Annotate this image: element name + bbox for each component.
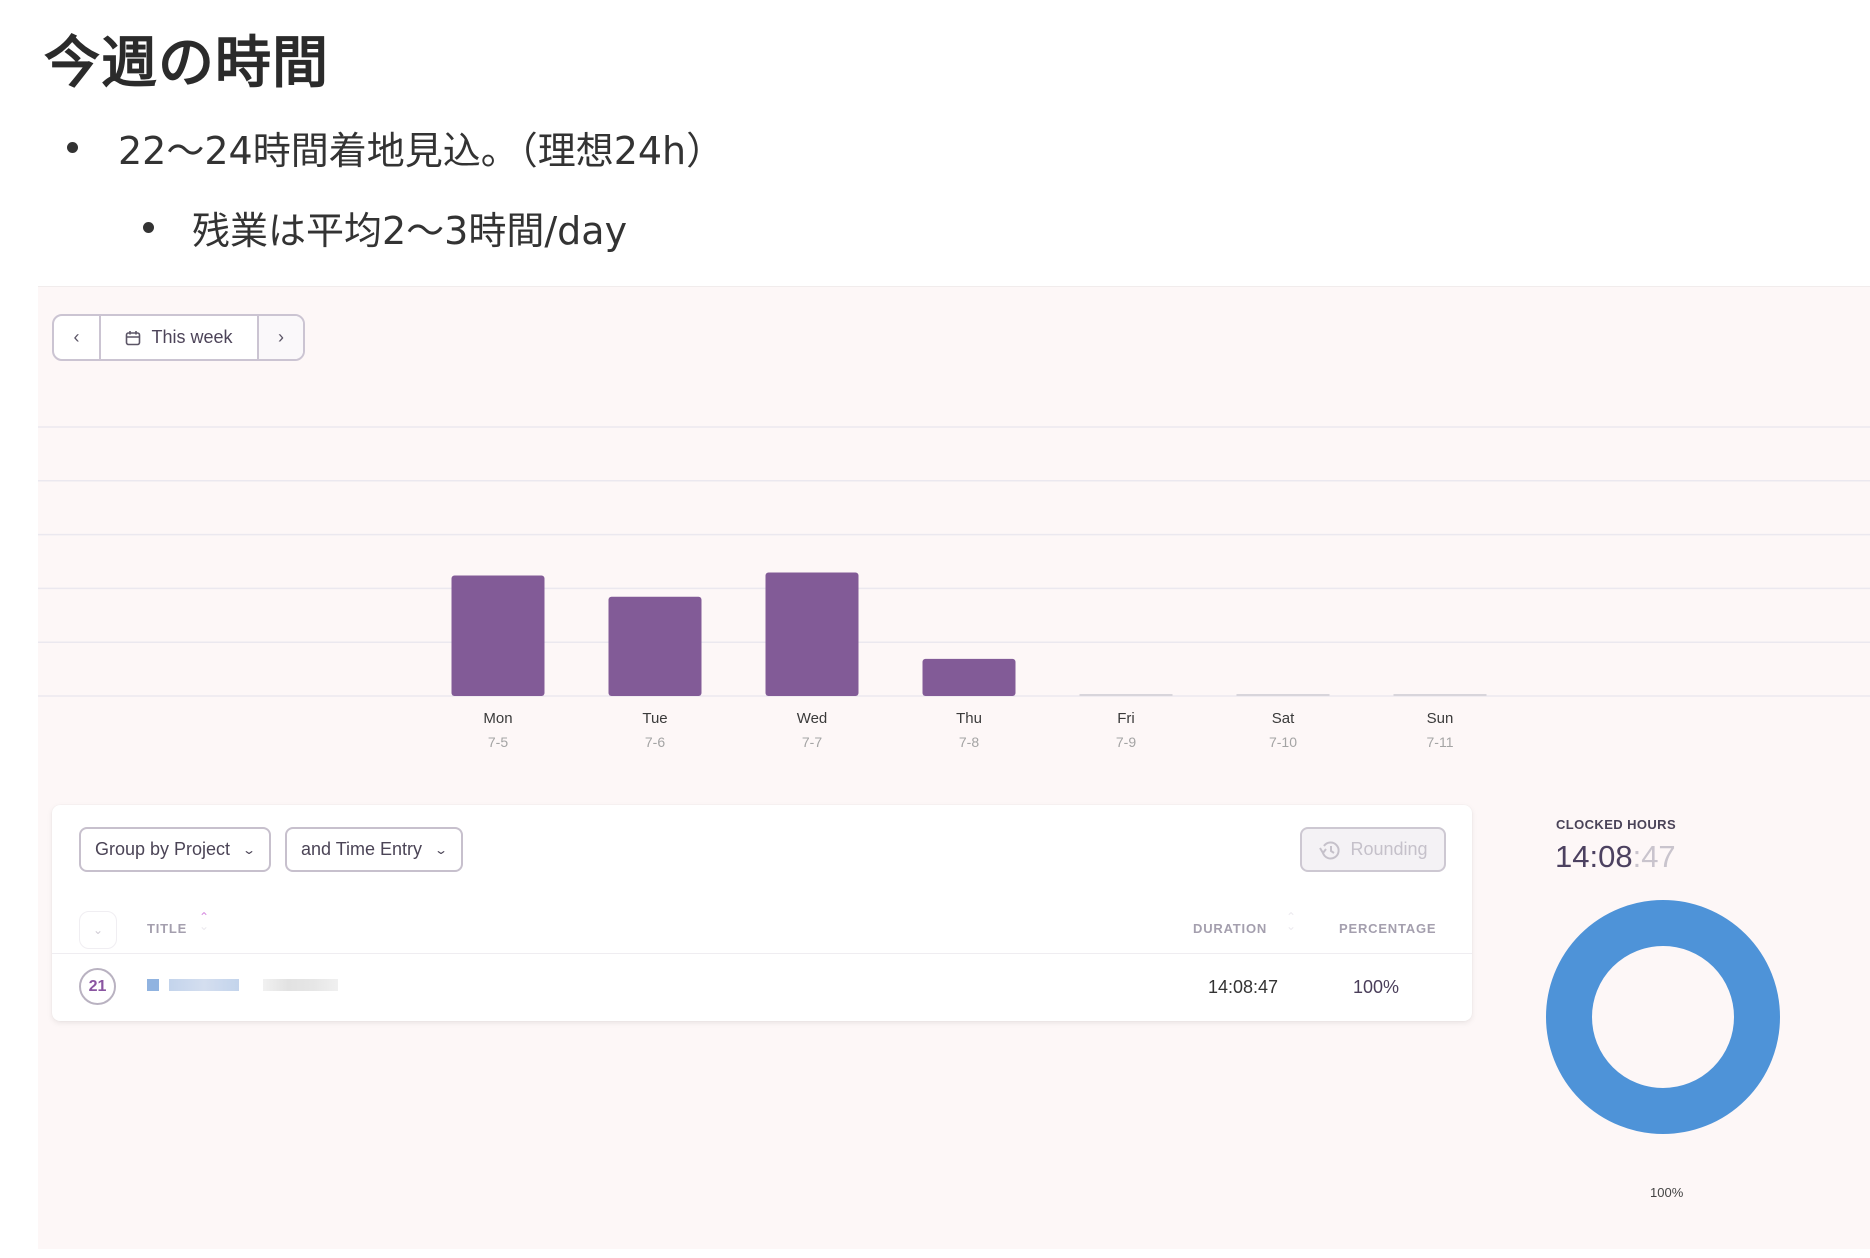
x-tick-day: Thu: [956, 710, 982, 727]
row-percentage: 100%: [1353, 977, 1400, 997]
column-header-title[interactable]: TITLE: [147, 921, 187, 936]
group-by-dropdown[interactable]: Group by Project ⌄: [79, 827, 271, 872]
x-tick-date: 7-10: [1269, 734, 1297, 750]
chevron-down-icon: ⌄: [242, 842, 257, 857]
bar-wed[interactable]: [765, 572, 859, 696]
bullet-text: 22〜24時間着地見込。（理想24h）: [118, 129, 725, 173]
rounding-icon: [1319, 841, 1341, 859]
bullet-dot: [67, 142, 78, 153]
x-tick-date: 7-8: [959, 734, 979, 750]
bar-thu[interactable]: [922, 658, 1016, 696]
group-by-label: Group by Project: [95, 839, 231, 859]
week-range-label: This week: [151, 327, 233, 347]
clocked-hours-label: CLOCKED HOURS: [1556, 817, 1677, 832]
bullet-item: 22〜24時間着地見込。（理想24h）: [67, 120, 724, 175]
week-selector: ‹ This week ›: [52, 314, 305, 361]
bullet-text: 残業は平均2〜3時間/day: [192, 209, 628, 253]
rounding-button[interactable]: Rounding: [1300, 827, 1446, 872]
time-report-panel: Mon 7-5 Tue 7-6 Wed 7-7 Thu 7-8 Fri 7-9 Sat 7-10 Sun…: [38, 286, 1870, 1249]
redacted-text: [169, 979, 239, 991]
project-color-dot: [147, 979, 159, 991]
table-row[interactable]: 21 14:08:47 100%: [52, 955, 1472, 1019]
donut-slice[interactable]: [1546, 900, 1780, 1134]
expand-all-toggle[interactable]: ⌄: [79, 911, 117, 949]
redacted-project-title: [147, 979, 338, 991]
bar-mon[interactable]: [451, 575, 545, 696]
x-tick-date: 7-5: [488, 734, 508, 750]
x-tick-day: Wed: [797, 710, 828, 727]
x-tick-day: Fri: [1117, 710, 1135, 727]
weekly-bar-chart: Mon 7-5 Tue 7-6 Wed 7-7 Thu 7-8 Fri 7-9 Sat 7-10 Sun…: [38, 426, 1870, 750]
page-heading: 今週の時間: [44, 31, 329, 96]
sort-icon[interactable]: ⌃ ⌄: [1286, 911, 1296, 932]
chevron-down-icon: ⌄: [92, 923, 104, 937]
redacted-text: [263, 979, 338, 991]
column-header-percentage: PERCENTAGE: [1339, 921, 1437, 936]
clocked-hours-seconds: :47: [1632, 839, 1676, 874]
x-tick-date: 7-7: [802, 734, 822, 750]
donut-percent-label: 100%: [1650, 1185, 1684, 1200]
table-header: ⌄ TITLE ⌃ ⌄ DURATION ⌃ ⌄ PERCENTAGE: [52, 905, 1472, 954]
subgroup-dropdown[interactable]: and Time Entry ⌄: [285, 827, 463, 872]
previous-week-button[interactable]: ‹: [54, 316, 101, 359]
x-tick-date: 7-9: [1116, 734, 1136, 750]
clocked-hours-value: 14:08:47: [1555, 839, 1676, 875]
x-tick-day: Mon: [483, 710, 512, 727]
calendar-icon: [126, 330, 141, 345]
x-tick-date: 7-11: [1427, 734, 1454, 750]
row-duration: 14:08:47: [1208, 977, 1279, 997]
chevron-down-icon: ⌄: [434, 842, 449, 857]
x-tick-date: 7-6: [645, 734, 665, 750]
next-week-button[interactable]: ›: [259, 316, 303, 359]
chevron-right-icon: ›: [278, 327, 284, 347]
sort-icon[interactable]: ⌃ ⌄: [199, 911, 209, 932]
clocked-hours-hm: 14:08: [1555, 839, 1633, 874]
x-tick-day: Tue: [642, 710, 667, 727]
x-tick-day: Sun: [1427, 710, 1454, 727]
subgroup-label: and Time Entry: [301, 839, 423, 859]
week-range-button[interactable]: This week: [101, 316, 259, 359]
report-table-card: Group by Project ⌄ and Time Entry ⌄ Roun…: [52, 805, 1472, 1021]
project-donut-chart: [1546, 900, 1780, 1134]
bar-tue[interactable]: [608, 596, 702, 696]
nested-bullet-item: 残業は平均2〜3時間/day: [143, 200, 627, 255]
column-header-duration[interactable]: DURATION: [1193, 921, 1267, 936]
bullet-dot: [143, 222, 154, 233]
chevron-left-icon: ‹: [73, 327, 80, 347]
rounding-label: Rounding: [1350, 839, 1428, 859]
entry-count-badge[interactable]: 21: [79, 968, 116, 1005]
x-tick-day: Sat: [1272, 710, 1295, 727]
